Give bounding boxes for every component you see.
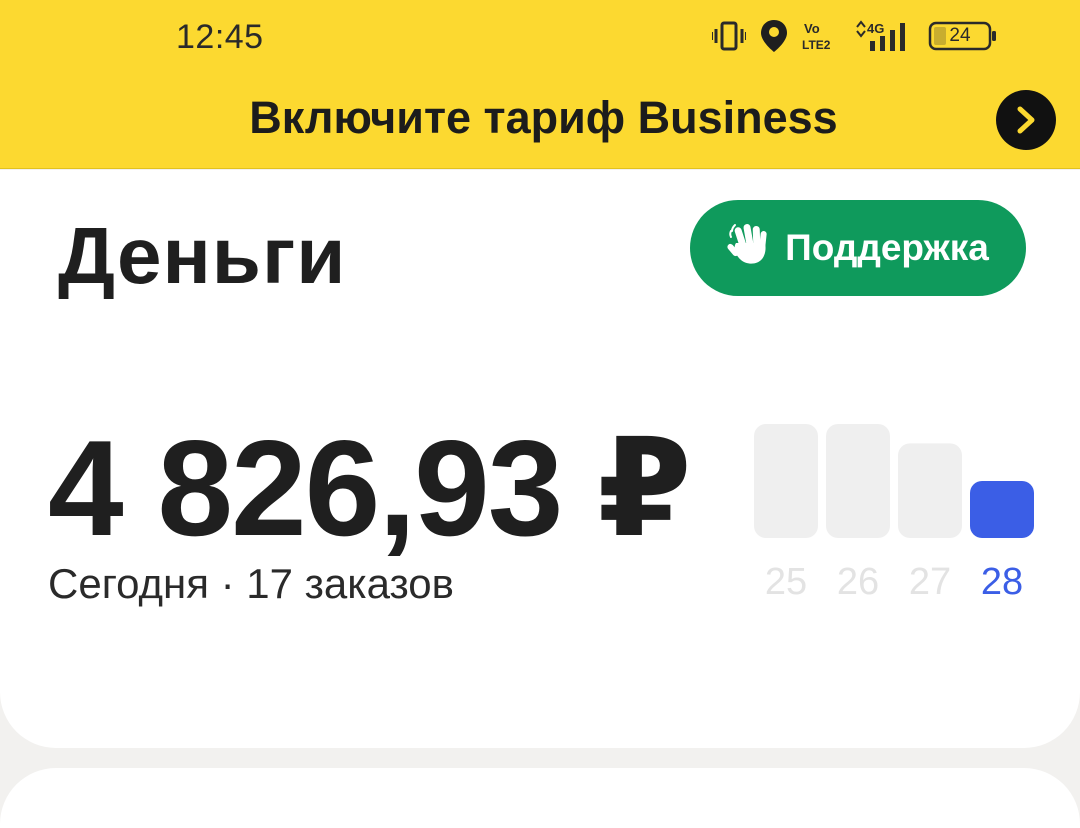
chart-svg: 25 26 27 28 — [734, 420, 1034, 610]
svg-text:LTE2: LTE2 — [802, 38, 831, 52]
chevron-right-icon[interactable] — [996, 90, 1056, 150]
battery-icon: 24 — [928, 19, 998, 53]
status-icons: Vo LTE2 4G 24 — [712, 16, 998, 56]
chart-bar-26[interactable] — [826, 424, 890, 538]
battery-level: 24 — [949, 25, 971, 46]
signal-icon: 4G — [854, 19, 914, 53]
support-button[interactable]: Поддержка — [690, 200, 1026, 296]
chart-bar-28[interactable] — [970, 481, 1034, 538]
business-tariff-banner[interactable]: Включите тариф Business — [0, 92, 1080, 144]
page-title: Деньги — [58, 211, 347, 300]
next-card — [0, 768, 1080, 828]
location-icon — [760, 19, 788, 53]
daily-earnings-chart[interactable]: 25 26 27 28 — [734, 420, 1038, 610]
vibrate-icon — [712, 21, 746, 51]
volte-icon: Vo LTE2 — [802, 20, 840, 52]
status-time: 12:45 — [176, 18, 264, 56]
svg-text:Vo: Vo — [804, 21, 820, 36]
chart-bar-25[interactable] — [754, 424, 818, 538]
earnings-amount: 4 826,93 ₽ — [48, 412, 692, 564]
waving-hand-icon — [727, 221, 773, 276]
chart-tick-label-26: 26 — [837, 561, 879, 603]
support-button-label: Поддержка — [785, 227, 989, 268]
top-header: 12:45 Vo LTE2 4G 24 Включите тариф Busin… — [0, 0, 1080, 169]
chart-bar-27[interactable] — [898, 443, 962, 538]
svg-text:4G: 4G — [867, 21, 884, 36]
chart-tick-label-25: 25 — [765, 561, 807, 603]
chart-tick-label-27: 27 — [909, 561, 951, 603]
earnings-subtitle: Сегодня · 17 заказов — [48, 560, 454, 607]
money-card: Деньги Поддержка 4 826,93 ₽ Сегодня · 17… — [0, 170, 1080, 748]
chart-tick-label-28: 28 — [981, 561, 1023, 603]
